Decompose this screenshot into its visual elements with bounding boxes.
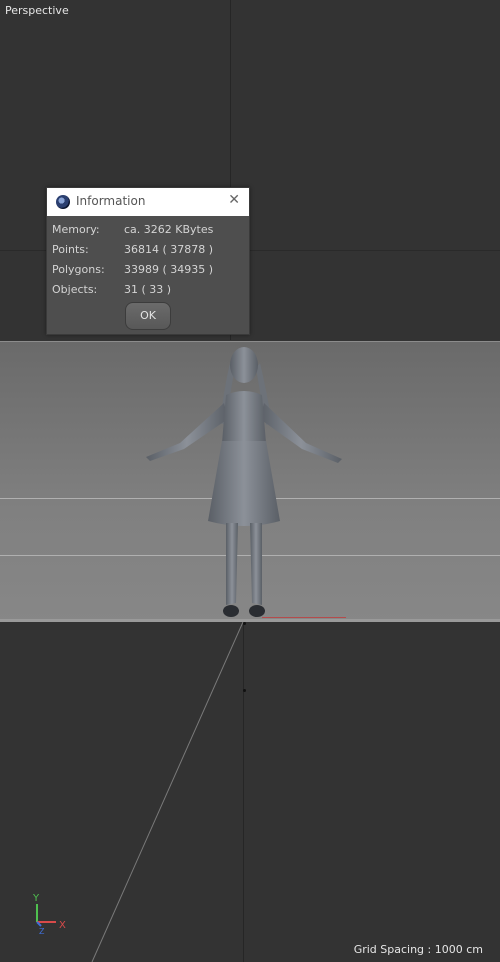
info-row-objects: Objects: 31 ( 33 ) [52,283,171,296]
info-row-points: Points: 36814 ( 37878 ) [52,243,213,256]
dialog-title: Information [76,194,146,208]
origin-marker [243,689,246,692]
info-row-polygons: Polygons: 33989 ( 34935 ) [52,263,213,276]
info-value: 36814 ( 37878 ) [124,243,214,256]
axis-gizmo: Y X Z [32,893,66,936]
y-axis-label: Y [32,893,40,904]
cinema4d-logo-icon [56,195,70,209]
info-key: Polygons: [52,263,105,276]
info-value: ca. 3262 KBytes [124,223,214,236]
info-key: Memory: [52,223,100,236]
information-dialog: Information ✕ Memory: ca. 3262 KBytes Poi… [46,187,250,335]
grid-spacing-label: Grid Spacing : 1000 cm [353,943,483,956]
info-key: Points: [52,243,89,256]
origin-marker [243,622,246,625]
x-axis-label: X [59,920,66,931]
close-icon[interactable]: ✕ [228,192,240,208]
info-value: 31 ( 33 ) [124,283,172,296]
perspective-viewport[interactable]: Perspective Information ✕ Memory: ca. 32… [0,0,500,962]
dialog-title-bar[interactable]: Information ✕ [47,188,249,216]
info-row-memory: Memory: ca. 3262 KBytes [52,223,213,236]
character-model[interactable] [140,343,350,623]
ok-button[interactable]: OK [125,302,171,330]
info-key: Objects: [52,283,98,296]
z-axis-label: Z [39,927,45,936]
info-value: 33989 ( 34935 ) [124,263,214,276]
